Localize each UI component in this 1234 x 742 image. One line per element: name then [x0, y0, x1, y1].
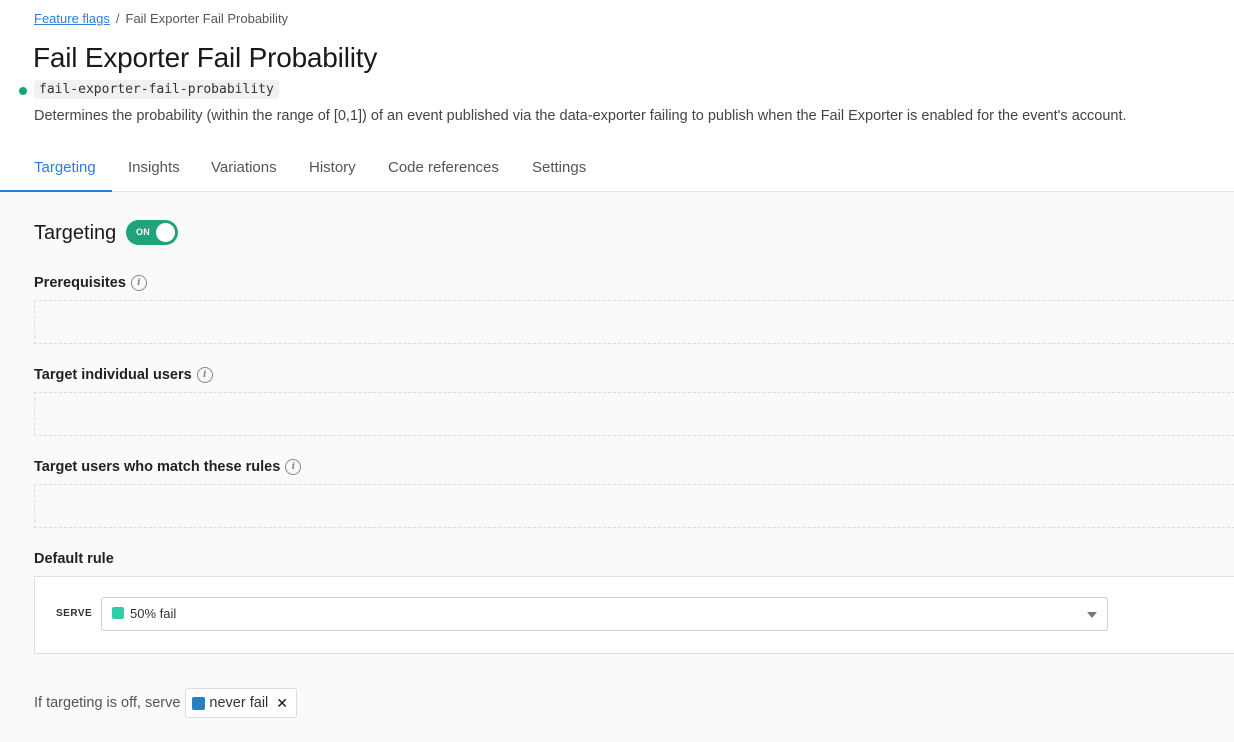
prerequisites-label: Prerequisites — [34, 275, 126, 291]
off-variation-label: If targeting is off, serve — [34, 695, 181, 711]
tab-insights[interactable]: Insights — [128, 159, 180, 176]
tab-settings[interactable]: Settings — [532, 159, 586, 176]
feature-flag-page: Feature flags / Fail Exporter Fail Proba… — [0, 0, 1234, 742]
default-rule-heading: Default rule — [34, 551, 114, 567]
off-variation-value: never fail — [209, 695, 269, 711]
tab-code-references[interactable]: Code references — [388, 159, 499, 176]
target-individual-users-heading: Target individual users i — [34, 367, 213, 383]
info-icon[interactable]: i — [285, 459, 302, 475]
serve-select-value: 50% fail — [130, 606, 177, 621]
off-variation-chip[interactable]: never fail ✕ — [185, 688, 297, 718]
prerequisites-drop-zone[interactable] — [34, 300, 1234, 344]
flag-key: fail-exporter-fail-probability — [34, 80, 279, 99]
tab-variations[interactable]: Variations — [211, 159, 277, 176]
default-rule-label: Default rule — [34, 551, 114, 567]
target-rules-label: Target users who match these rules — [34, 459, 281, 475]
serve-label: SERVE — [56, 608, 93, 619]
targeting-heading: Targeting — [34, 222, 117, 244]
variation-swatch — [112, 607, 124, 619]
breadcrumb-separator: / — [115, 11, 120, 26]
target-individual-users-drop-zone[interactable] — [34, 392, 1234, 436]
tab-history[interactable]: History — [309, 159, 356, 176]
info-icon[interactable]: i — [130, 275, 147, 291]
tab-targeting[interactable]: Targeting — [34, 159, 96, 176]
breadcrumb-feature-flags-link[interactable]: Feature flags — [34, 11, 110, 26]
close-icon[interactable]: ✕ — [276, 695, 288, 712]
default-rule-box: SERVE 50% fail — [34, 576, 1234, 654]
chevron-down-icon[interactable] — [1087, 612, 1097, 618]
serve-select[interactable]: 50% fail — [101, 597, 1108, 631]
page-title: Fail Exporter Fail Probability — [33, 42, 378, 73]
target-rules-heading: Target users who match these rules i — [34, 459, 302, 475]
info-icon[interactable]: i — [196, 367, 213, 383]
status-dot — [19, 87, 27, 95]
toggle-label: ON — [136, 227, 151, 237]
breadcrumb: Feature flags / Fail Exporter Fail Proba… — [34, 11, 288, 26]
breadcrumb-current: Fail Exporter Fail Probability — [125, 11, 289, 26]
target-individual-users-label: Target individual users — [34, 367, 192, 383]
variation-swatch — [192, 696, 206, 710]
tab-bar: Targeting Insights Variations History Co… — [0, 150, 1234, 192]
flag-description: Determines the probability (within the r… — [34, 108, 1127, 124]
targeting-toggle[interactable]: ON — [126, 220, 178, 245]
off-variation-row: If targeting is off, serve never fail ✕ — [34, 688, 297, 718]
prerequisites-heading: Prerequisites i — [34, 275, 147, 291]
targeting-panel: Targeting ON Prerequisites i Target indi… — [0, 192, 1234, 742]
target-rules-drop-zone[interactable] — [34, 484, 1234, 528]
toggle-knob — [156, 223, 175, 242]
